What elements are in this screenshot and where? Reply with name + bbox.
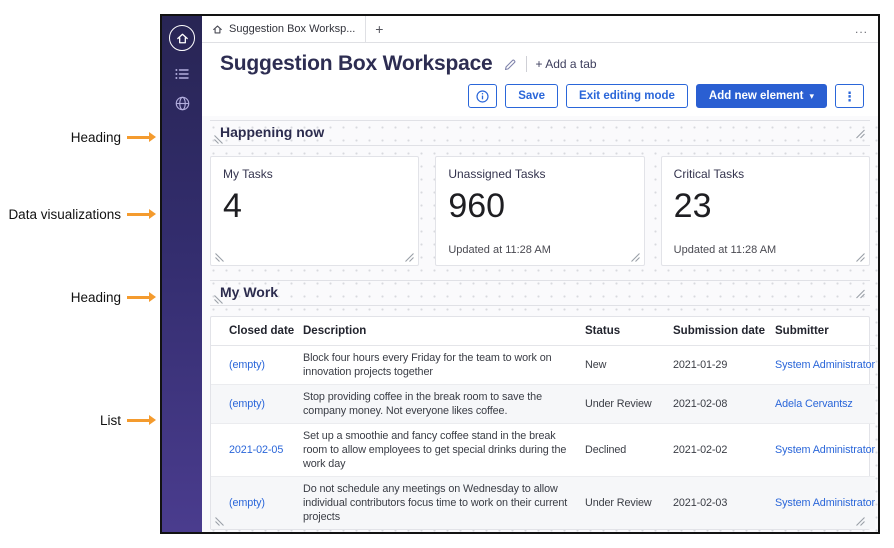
section-heading: My Work (220, 284, 278, 300)
closed-date-link[interactable]: (empty) (211, 385, 295, 424)
table-row[interactable]: (empty) Do not schedule any meetings on … (211, 477, 875, 530)
tab-bar: Suggestion Box Worksp... + ... (202, 16, 878, 43)
column-header-closed-date[interactable]: Closed date (211, 317, 295, 346)
card-title: Unassigned Tasks (448, 167, 631, 181)
arrow-right-icon (127, 213, 149, 216)
annotation-label: Data visualizations (0, 207, 127, 222)
home-icon[interactable] (169, 25, 195, 51)
app-window: Suggestion Box Worksp... + ... Suggestio… (160, 14, 880, 534)
table-row[interactable]: (empty) Stop providing coffee in the bre… (211, 385, 875, 424)
resize-handle-icon[interactable] (403, 251, 414, 262)
workspace-canvas: Happening now My Tasks 4 (202, 116, 878, 532)
card-my-tasks[interactable]: My Tasks 4 (210, 156, 419, 266)
status-cell: Declined (577, 424, 665, 477)
description-cell: Block four hours every Friday for the te… (295, 346, 577, 385)
arrow-right-icon (127, 419, 149, 422)
closed-date-link[interactable]: 2021-02-05 (211, 424, 295, 477)
card-unassigned-tasks[interactable]: Unassigned Tasks 960 Updated at 11:28 AM (435, 156, 644, 266)
exit-editing-mode-button[interactable]: Exit editing mode (566, 84, 688, 108)
card-updated: Updated at 11:28 AM (448, 244, 551, 256)
submission-date-cell: 2021-02-03 (665, 477, 767, 530)
resize-handle-icon[interactable] (215, 251, 226, 262)
add-tab-button[interactable]: + Add a tab (536, 57, 597, 71)
add-new-element-button[interactable]: Add new element ▾ (696, 84, 827, 108)
list-element: Closed date Description Status Submissio… (210, 316, 870, 530)
resize-handle-icon[interactable] (854, 288, 865, 299)
home-icon (212, 24, 223, 35)
submission-date-cell: 2021-02-02 (665, 424, 767, 477)
column-header-submitter[interactable]: Submitter (767, 317, 875, 346)
submitter-link[interactable]: System Administrator (767, 346, 875, 385)
divider (526, 56, 527, 72)
annotation-heading-2: Heading (0, 287, 158, 307)
new-tab-button[interactable]: + (366, 16, 392, 42)
status-cell: New (577, 346, 665, 385)
submission-date-cell: 2021-02-08 (665, 385, 767, 424)
submission-date-cell: 2021-01-29 (665, 346, 767, 385)
resize-handle-icon[interactable] (215, 515, 226, 526)
card-value: 960 (448, 189, 631, 225)
annotation-data-visualizations: Data visualizations (0, 204, 158, 224)
kebab-menu-icon: ⋮ (843, 90, 856, 103)
resize-handle-icon[interactable] (854, 128, 865, 139)
card-value: 4 (223, 189, 406, 225)
card-updated: Updated at 11:28 AM (674, 244, 777, 256)
card-title: My Tasks (223, 167, 406, 181)
table-header-row: Closed date Description Status Submissio… (211, 317, 875, 346)
annotation-heading-1: Heading (0, 127, 158, 147)
caret-down-icon: ▾ (809, 92, 814, 101)
resize-handle-icon[interactable] (854, 251, 865, 262)
column-header-description[interactable]: Description (295, 317, 577, 346)
save-button[interactable]: Save (505, 84, 558, 108)
table-row[interactable]: (empty) Block four hours every Friday fo… (211, 346, 875, 385)
resize-handle-icon[interactable] (214, 293, 225, 304)
work-list-table: Closed date Description Status Submissio… (211, 317, 875, 529)
tab-overflow-button[interactable]: ... (845, 16, 878, 42)
column-header-submission-date[interactable]: Submission date (665, 317, 767, 346)
section-heading: Happening now (220, 124, 324, 140)
card-value: 23 (674, 189, 857, 225)
status-cell: Under Review (577, 385, 665, 424)
table-row[interactable]: 2021-02-05 Set up a smoothie and fancy c… (211, 424, 875, 477)
resize-handle-icon[interactable] (629, 251, 640, 262)
submitter-link[interactable]: Adela Cervantsz (767, 385, 875, 424)
annotation-list: List (0, 410, 158, 430)
card-critical-tasks[interactable]: Critical Tasks 23 Updated at 11:28 AM (661, 156, 870, 266)
annotation-label: List (0, 413, 127, 428)
page-header: Suggestion Box Workspace + Add a tab Sav… (202, 43, 878, 116)
app-sidebar (162, 16, 202, 532)
heading-element-my-work[interactable]: My Work (210, 280, 870, 306)
resize-handle-icon[interactable] (214, 133, 225, 144)
submitter-link[interactable]: System Administrator (767, 424, 875, 477)
description-cell: Do not schedule any meetings on Wednesda… (295, 477, 577, 530)
annotation-label: Heading (0, 130, 127, 145)
arrow-right-icon (127, 296, 149, 299)
closed-date-link[interactable]: (empty) (211, 346, 295, 385)
tab-label: Suggestion Box Worksp... (229, 23, 355, 35)
status-cell: Under Review (577, 477, 665, 530)
add-new-element-label: Add new element (709, 90, 804, 102)
list-icon[interactable] (174, 66, 190, 82)
card-row: My Tasks 4 Unassigned Tasks 960 Up (210, 156, 870, 266)
info-button[interactable] (468, 84, 497, 108)
card-title: Critical Tasks (674, 167, 857, 181)
globe-icon[interactable] (174, 95, 191, 112)
tab-suggestion-box-workspace[interactable]: Suggestion Box Worksp... (202, 16, 366, 42)
column-header-status[interactable]: Status (577, 317, 665, 346)
resize-handle-icon[interactable] (854, 515, 865, 526)
heading-element-happening-now[interactable]: Happening now (210, 120, 870, 146)
description-cell: Stop providing coffee in the break room … (295, 385, 577, 424)
arrow-right-icon (127, 136, 149, 139)
edit-icon[interactable] (504, 58, 517, 71)
more-options-button[interactable]: ⋮ (835, 84, 864, 108)
editor-toolbar: Save Exit editing mode Add new element ▾… (220, 84, 864, 108)
annotation-label: Heading (0, 290, 127, 305)
tabbar-spacer (392, 16, 845, 42)
annotated-figure: Heading Data visualizations Heading List (0, 0, 894, 548)
info-icon (476, 90, 489, 103)
description-cell: Set up a smoothie and fancy coffee stand… (295, 424, 577, 477)
page-title: Suggestion Box Workspace (220, 52, 493, 76)
